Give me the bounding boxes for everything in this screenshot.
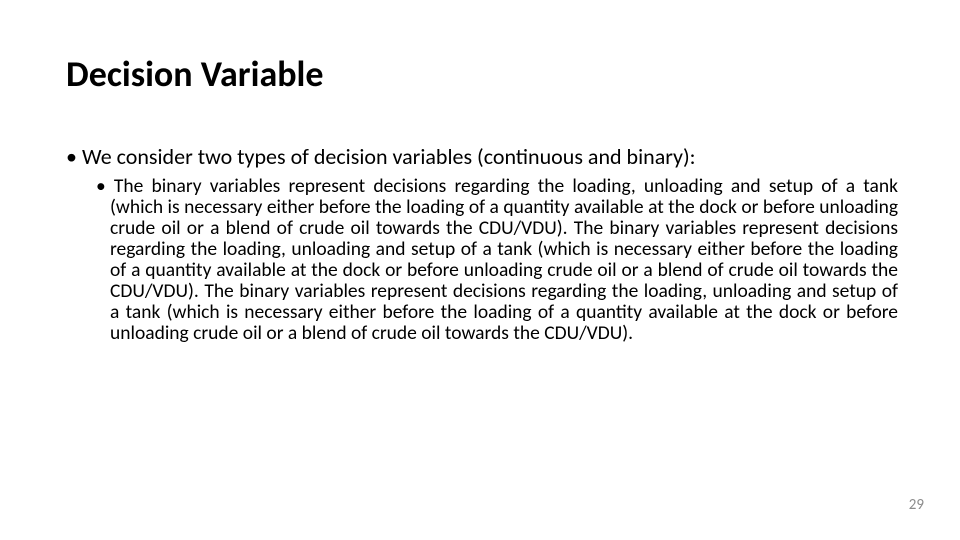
slide-title: Decision Variable bbox=[66, 52, 324, 96]
bullet-level2: The binary variables represent decisions… bbox=[96, 176, 898, 344]
page-number: 29 bbox=[909, 496, 924, 514]
slide: Decision Variable We consider two types … bbox=[0, 0, 960, 540]
bullet-level1: We consider two types of decision variab… bbox=[66, 145, 898, 170]
slide-body: We consider two types of decision variab… bbox=[66, 145, 898, 344]
